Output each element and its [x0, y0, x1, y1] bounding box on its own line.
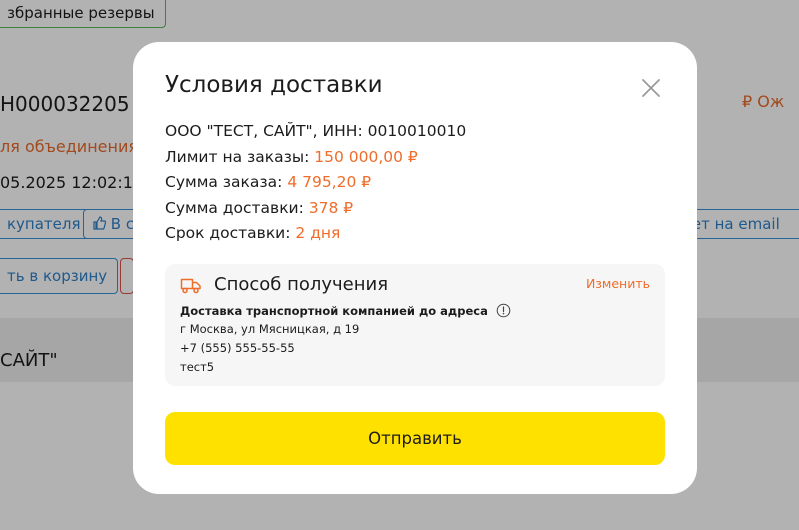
order-info: ООО "ТЕСТ, САЙТ", ИНН: 0010010010 Лимит … [165, 119, 466, 247]
delivery-sum-value: 378 ₽ [308, 198, 354, 217]
delivery-phone: +7 (555) 555-55-55 [180, 341, 295, 355]
delivery-term-value: 2 дня [295, 224, 341, 242]
delivery-method-text: Доставка транспортной компанией до адрес… [180, 303, 488, 318]
delivery-sum-label: Сумма доставки: [165, 198, 309, 217]
order-sum-value: 4 795,20 ₽ [287, 173, 372, 191]
delivery-term-label: Срок доставки: [165, 224, 296, 242]
delivery-term-row: Срок доставки: 2 дня [165, 221, 466, 247]
delivery-card-title: Способ получения [214, 274, 389, 295]
order-limit-label: Лимит на заказы: [165, 147, 315, 166]
change-delivery-link[interactable]: Изменить [586, 276, 650, 291]
close-button[interactable] [639, 76, 663, 100]
order-limit-row: Лимит на заказы: 150 000,00 ₽ [165, 145, 466, 171]
company-info: ООО "ТЕСТ, САЙТ", ИНН: 0010010010 [165, 122, 467, 140]
delivery-sum-row: Сумма доставки: 378 ₽ [165, 196, 466, 222]
modal-title: Условия доставки [165, 72, 383, 98]
order-sum-row: Сумма заказа: 4 795,20 ₽ [165, 170, 466, 196]
company-info-row: ООО "ТЕСТ, САЙТ", ИНН: 0010010010 [165, 119, 466, 145]
truck-icon [180, 276, 202, 294]
delivery-method-card: Способ получения Изменить Доставка транс… [165, 264, 665, 386]
delivery-address: г Москва, ул Мясницкая, д 19 [180, 322, 360, 336]
close-icon [639, 79, 663, 104]
order-limit-value: 150 000,00 ₽ [314, 147, 418, 166]
delivery-method-row: Доставка транспортной компанией до адрес… [180, 303, 511, 318]
info-icon[interactable] [496, 303, 511, 318]
order-sum-label: Сумма заказа: [165, 173, 288, 191]
delivery-comment: тест5 [180, 360, 215, 374]
delivery-terms-modal: Условия доставки ООО "ТЕСТ, САЙТ", ИНН: … [133, 42, 697, 494]
submit-button[interactable]: Отправить [165, 412, 665, 465]
